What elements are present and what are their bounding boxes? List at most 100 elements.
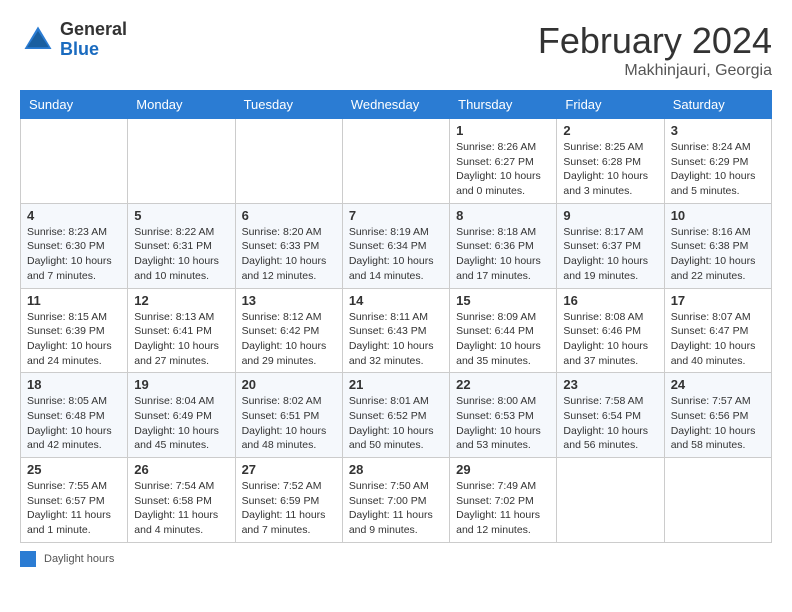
day-info: Sunrise: 8:13 AMSunset: 6:41 PMDaylight:…: [134, 310, 228, 369]
header-row: SundayMondayTuesdayWednesdayThursdayFrid…: [21, 91, 772, 119]
day-info: Sunrise: 8:05 AMSunset: 6:48 PMDaylight:…: [27, 394, 121, 453]
calendar-cell: 27 Sunrise: 7:52 AMSunset: 6:59 PMDayligh…: [235, 458, 342, 543]
page-header: General Blue February 2024 Makhinjauri, …: [20, 20, 772, 80]
calendar-cell: [235, 119, 342, 204]
day-number: 29: [456, 462, 550, 477]
day-number: 21: [349, 377, 443, 392]
calendar-cell: 17Sunrise: 8:07 AMSunset: 6:47 PMDayligh…: [664, 288, 771, 373]
calendar-cell: 5Sunrise: 8:22 AMSunset: 6:31 PMDaylight…: [128, 203, 235, 288]
day-info: Sunrise: 8:17 AMSunset: 6:37 PMDaylight:…: [563, 225, 657, 284]
calendar-cell: [21, 119, 128, 204]
calendar-cell: 6 Sunrise: 8:20 AMSunset: 6:33 PMDaylight…: [235, 203, 342, 288]
calendar-cell: [557, 458, 664, 543]
day-number: 26: [134, 462, 228, 477]
day-number: 12: [134, 293, 228, 308]
legend-color-box: [20, 551, 36, 567]
day-info: Sunrise: 8:20 AMSunset: 6:33 PMDaylight:…: [242, 225, 336, 284]
day-info: Sunrise: 7:52 AMSunset: 6:59 PMDaylight:…: [242, 479, 336, 538]
day-number: 1: [456, 123, 550, 138]
day-info: Sunrise: 8:15 AMSunset: 6:39 PMDaylight:…: [27, 310, 121, 369]
day-number: 5: [134, 208, 228, 223]
day-info: Sunrise: 8:23 AMSunset: 6:30 PMDaylight:…: [27, 225, 121, 284]
calendar-cell: 14Sunrise: 8:11 AMSunset: 6:43 PMDayligh…: [342, 288, 449, 373]
day-info: Sunrise: 8:02 AMSunset: 6:51 PMDaylight:…: [242, 394, 336, 453]
day-of-week-header: Saturday: [664, 91, 771, 119]
legend: Daylight hours: [20, 551, 772, 567]
logo-blue: Blue: [60, 40, 127, 60]
calendar-cell: 11 Sunrise: 8:15 AMSunset: 6:39 PMDayligh…: [21, 288, 128, 373]
day-info: Sunrise: 8:12 AMSunset: 6:42 PMDaylight:…: [242, 310, 336, 369]
calendar-cell: 3 Sunrise: 8:24 AMSunset: 6:29 PMDaylight…: [664, 119, 771, 204]
day-number: 23: [563, 377, 657, 392]
calendar-cell: 25 Sunrise: 7:55 AMSunset: 6:57 PMDayligh…: [21, 458, 128, 543]
day-info: Sunrise: 7:55 AMSunset: 6:57 PMDaylight:…: [27, 479, 121, 538]
day-number: 10: [671, 208, 765, 223]
day-number: 27: [242, 462, 336, 477]
calendar-cell: 8Sunrise: 8:18 AMSunset: 6:36 PMDaylight…: [450, 203, 557, 288]
day-number: 6: [242, 208, 336, 223]
day-info: Sunrise: 8:00 AMSunset: 6:53 PMDaylight:…: [456, 394, 550, 453]
day-number: 16: [563, 293, 657, 308]
calendar-cell: 24 Sunrise: 7:57 AMSunset: 6:56 PMDayligh…: [664, 373, 771, 458]
calendar-cell: 16 Sunrise: 8:08 AMSunset: 6:46 PMDayligh…: [557, 288, 664, 373]
calendar-cell: 13 Sunrise: 8:12 AMSunset: 6:42 PMDayligh…: [235, 288, 342, 373]
day-info: Sunrise: 7:58 AMSunset: 6:54 PMDaylight:…: [563, 394, 657, 453]
calendar-cell: [342, 119, 449, 204]
calendar-cell: 29 Sunrise: 7:49 AMSunset: 7:02 PMDayligh…: [450, 458, 557, 543]
calendar-cell: [128, 119, 235, 204]
day-number: 14: [349, 293, 443, 308]
calendar-cell: 23 Sunrise: 7:58 AMSunset: 6:54 PMDayligh…: [557, 373, 664, 458]
day-info: Sunrise: 8:01 AMSunset: 6:52 PMDaylight:…: [349, 394, 443, 453]
day-number: 3: [671, 123, 765, 138]
calendar-cell: 2 Sunrise: 8:25 AMSunset: 6:28 PMDaylight…: [557, 119, 664, 204]
day-info: Sunrise: 8:24 AMSunset: 6:29 PMDaylight:…: [671, 140, 765, 199]
calendar-week-row: 18 Sunrise: 8:05 AMSunset: 6:48 PMDayligh…: [21, 373, 772, 458]
calendar-cell: 10Sunrise: 8:16 AMSunset: 6:38 PMDayligh…: [664, 203, 771, 288]
day-info: Sunrise: 7:54 AMSunset: 6:58 PMDaylight:…: [134, 479, 228, 538]
calendar-cell: 21 Sunrise: 8:01 AMSunset: 6:52 PMDayligh…: [342, 373, 449, 458]
calendar-cell: 7Sunrise: 8:19 AMSunset: 6:34 PMDaylight…: [342, 203, 449, 288]
day-number: 13: [242, 293, 336, 308]
day-number: 28: [349, 462, 443, 477]
day-number: 18: [27, 377, 121, 392]
day-number: 9: [563, 208, 657, 223]
day-of-week-header: Tuesday: [235, 91, 342, 119]
calendar-cell: [664, 458, 771, 543]
calendar-week-row: 1Sunrise: 8:26 AMSunset: 6:27 PMDaylight…: [21, 119, 772, 204]
day-number: 15: [456, 293, 550, 308]
day-info: Sunrise: 7:57 AMSunset: 6:56 PMDaylight:…: [671, 394, 765, 453]
calendar-week-row: 4 Sunrise: 8:23 AMSunset: 6:30 PMDaylight…: [21, 203, 772, 288]
day-number: 8: [456, 208, 550, 223]
day-number: 22: [456, 377, 550, 392]
day-of-week-header: Monday: [128, 91, 235, 119]
calendar-cell: 9 Sunrise: 8:17 AMSunset: 6:37 PMDaylight…: [557, 203, 664, 288]
day-of-week-header: Sunday: [21, 91, 128, 119]
legend-label: Daylight hours: [44, 553, 114, 565]
location: Makhinjauri, Georgia: [538, 62, 772, 80]
calendar-table: SundayMondayTuesdayWednesdayThursdayFrid…: [20, 90, 772, 543]
calendar-week-row: 11 Sunrise: 8:15 AMSunset: 6:39 PMDayligh…: [21, 288, 772, 373]
calendar-cell: 22 Sunrise: 8:00 AMSunset: 6:53 PMDayligh…: [450, 373, 557, 458]
calendar-cell: 4 Sunrise: 8:23 AMSunset: 6:30 PMDaylight…: [21, 203, 128, 288]
day-info: Sunrise: 7:49 AMSunset: 7:02 PMDaylight:…: [456, 479, 550, 538]
day-number: 11: [27, 293, 121, 308]
logo-text: General Blue: [60, 20, 127, 60]
day-number: 25: [27, 462, 121, 477]
title-area: February 2024 Makhinjauri, Georgia: [538, 20, 772, 80]
day-info: Sunrise: 8:08 AMSunset: 6:46 PMDaylight:…: [563, 310, 657, 369]
day-number: 19: [134, 377, 228, 392]
day-number: 4: [27, 208, 121, 223]
day-info: Sunrise: 7:50 AMSunset: 7:00 PMDaylight:…: [349, 479, 443, 538]
logo-general: General: [60, 20, 127, 40]
calendar-cell: 15 Sunrise: 8:09 AMSunset: 6:44 PMDayligh…: [450, 288, 557, 373]
calendar-cell: 19 Sunrise: 8:04 AMSunset: 6:49 PMDayligh…: [128, 373, 235, 458]
day-number: 24: [671, 377, 765, 392]
calendar-cell: 1Sunrise: 8:26 AMSunset: 6:27 PMDaylight…: [450, 119, 557, 204]
day-info: Sunrise: 8:09 AMSunset: 6:44 PMDaylight:…: [456, 310, 550, 369]
day-number: 2: [563, 123, 657, 138]
day-info: Sunrise: 8:25 AMSunset: 6:28 PMDaylight:…: [563, 140, 657, 199]
day-info: Sunrise: 8:04 AMSunset: 6:49 PMDaylight:…: [134, 394, 228, 453]
calendar-cell: 20Sunrise: 8:02 AMSunset: 6:51 PMDayligh…: [235, 373, 342, 458]
calendar-cell: 26 Sunrise: 7:54 AMSunset: 6:58 PMDayligh…: [128, 458, 235, 543]
day-of-week-header: Friday: [557, 91, 664, 119]
